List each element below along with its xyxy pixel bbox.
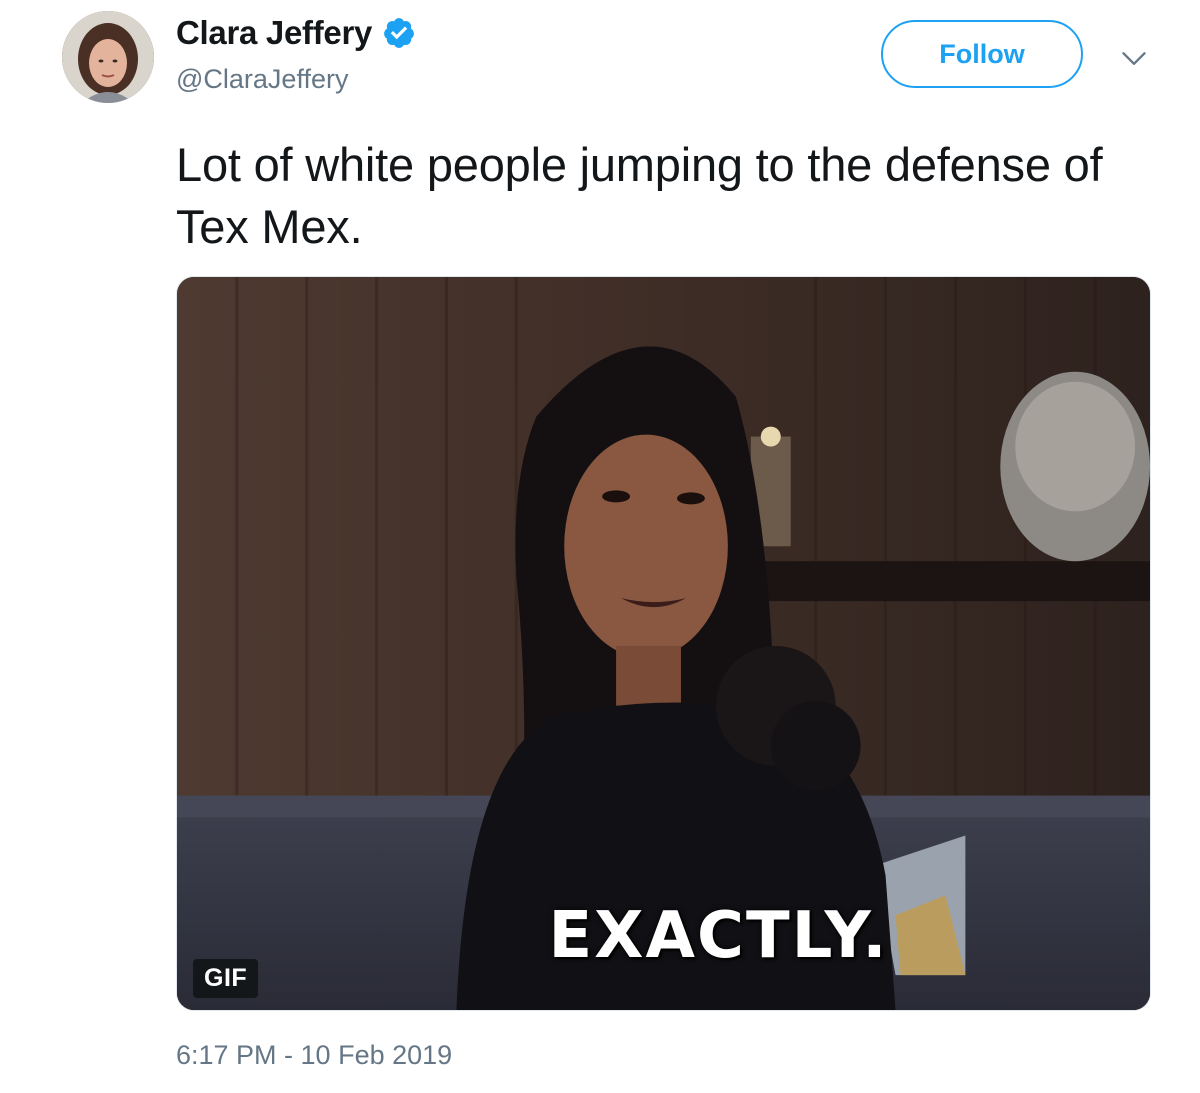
author-handle[interactable]: @ClaraJeffery	[176, 64, 348, 95]
tweet-timestamp[interactable]: 6:17 PM - 10 Feb 2019	[176, 1040, 452, 1071]
gif-caption: EXACTLY.	[548, 899, 889, 973]
tweet-text: Lot of white people jumping to the defen…	[176, 138, 1103, 253]
tweet-card: Clara Jeffery @ClaraJeffery Follow Lot o…	[0, 0, 1200, 1093]
gif-badge: GIF	[193, 959, 259, 998]
avatar[interactable]	[62, 11, 154, 103]
author-name-row[interactable]: Clara Jeffery	[176, 14, 416, 52]
verified-badge-icon	[384, 18, 414, 48]
author-name[interactable]: Clara Jeffery	[176, 14, 372, 52]
follow-button[interactable]: Follow	[881, 20, 1083, 88]
tweet-media-gif[interactable]: EXACTLY. GIF	[176, 276, 1151, 1011]
avatar-image	[62, 11, 154, 103]
chevron-down-icon[interactable]	[1120, 44, 1148, 72]
